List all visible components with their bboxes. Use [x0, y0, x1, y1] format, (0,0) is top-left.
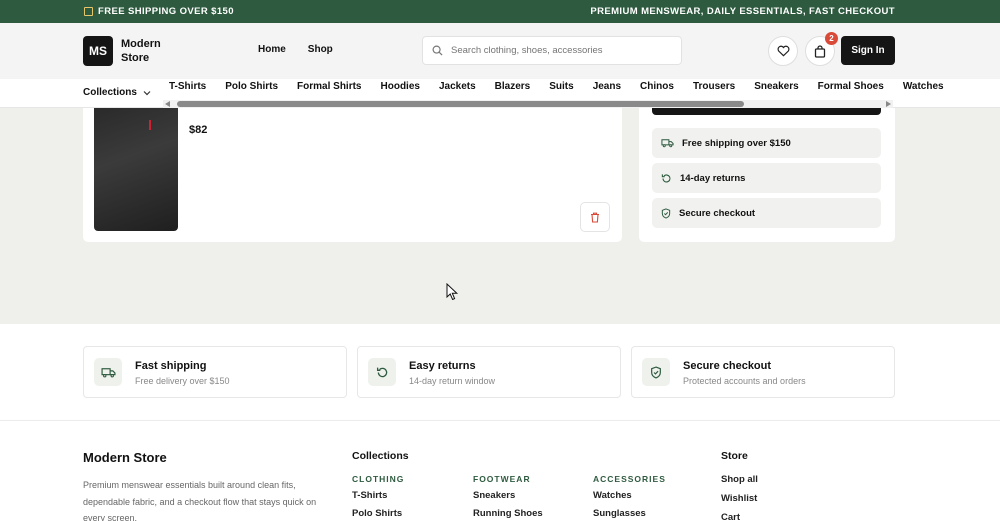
- perk-returns: 14-day returns: [652, 163, 881, 193]
- chevron-down-icon: [143, 90, 151, 95]
- footer-clothing-label: CLOTHING: [352, 474, 405, 484]
- category-link[interactable]: Formal Shirts: [297, 81, 361, 92]
- nav-home[interactable]: Home: [258, 44, 286, 55]
- category-link[interactable]: Jackets: [439, 81, 476, 92]
- site-footer: Modern Store Premium menswear essentials…: [0, 421, 1000, 521]
- footer-accessories-label: ACCESSORIES: [593, 474, 666, 484]
- perk-label: 14-day returns: [680, 172, 746, 184]
- feature-title: Fast shipping: [135, 360, 207, 372]
- feature-subtitle: Free delivery over $150: [135, 376, 230, 386]
- sign-in-button[interactable]: Sign In: [841, 36, 895, 65]
- footer-collections-heading: Collections: [352, 450, 409, 462]
- feature-subtitle: Protected accounts and orders: [683, 376, 806, 386]
- feature-card-secure: Secure checkout Protected accounts and o…: [631, 346, 895, 398]
- footer-footwear-label: FOOTWEAR: [473, 474, 531, 484]
- footer-link[interactable]: Cart: [721, 512, 740, 521]
- collections-label: Collections: [83, 87, 137, 98]
- collections-dropdown[interactable]: Collections: [83, 87, 151, 98]
- item-price: $82: [189, 124, 208, 136]
- shield-icon: [651, 365, 661, 379]
- checkout-button[interactable]: [652, 108, 881, 115]
- scroll-right-arrow-icon[interactable]: [886, 101, 891, 107]
- footer-link[interactable]: Wishlist: [721, 493, 757, 504]
- scroll-left-arrow-icon[interactable]: [165, 101, 170, 107]
- footer-link[interactable]: Polo Shirts: [352, 508, 402, 519]
- cart-main: $82 Free shipping over $150 14-day retur…: [0, 108, 1000, 324]
- category-link[interactable]: Suits: [549, 81, 573, 92]
- scrollbar-thumb[interactable]: [177, 101, 744, 107]
- shopping-bag-icon: [814, 44, 826, 58]
- footer-link[interactable]: Watches: [593, 490, 632, 501]
- feature-card-shipping: Fast shipping Free delivery over $150: [83, 346, 347, 398]
- refresh-icon: [376, 367, 387, 377]
- refresh-icon: [661, 173, 671, 182]
- perk-shipping: Free shipping over $150: [652, 128, 881, 158]
- product-image[interactable]: [94, 108, 178, 231]
- category-link[interactable]: Blazers: [495, 81, 531, 92]
- mouse-cursor-icon: [446, 283, 459, 301]
- category-link[interactable]: Trousers: [693, 81, 735, 92]
- feature-card-returns: Easy returns 14-day return window: [357, 346, 621, 398]
- logo-name[interactable]: Modern Store: [121, 37, 181, 65]
- search-input[interactable]: [451, 45, 651, 56]
- feature-subtitle: 14-day return window: [409, 376, 496, 386]
- category-link[interactable]: T-Shirts: [169, 81, 206, 92]
- trash-icon: [591, 212, 599, 223]
- features-section: Fast shipping Free delivery over $150 Ea…: [0, 324, 1000, 421]
- heart-icon: [777, 45, 789, 57]
- category-link[interactable]: Watches: [903, 81, 944, 92]
- category-link[interactable]: Formal Shoes: [818, 81, 884, 92]
- logo-mark[interactable]: MS: [83, 36, 113, 66]
- category-link[interactable]: Hoodies: [381, 81, 420, 92]
- feature-title: Easy returns: [409, 360, 476, 372]
- promo-shipping-text: FREE SHIPPING OVER $150: [98, 6, 234, 17]
- category-bar: Collections T-Shirts Polo Shirts Formal …: [0, 79, 1000, 108]
- truck-icon: [661, 139, 674, 148]
- footer-link[interactable]: T-Shirts: [352, 490, 387, 501]
- perk-label: Secure checkout: [679, 207, 756, 219]
- order-summary: Free shipping over $150 14-day returns S…: [639, 108, 895, 242]
- main-nav: Home Shop: [258, 44, 333, 55]
- cart-count-badge: 2: [825, 32, 838, 45]
- feature-title: Secure checkout: [683, 360, 772, 372]
- footer-link[interactable]: Sunglasses: [593, 508, 646, 519]
- perk-secure: Secure checkout: [652, 198, 881, 228]
- cart-button[interactable]: 2: [805, 32, 838, 66]
- remove-item-button[interactable]: [580, 202, 610, 232]
- promo-bar: FREE SHIPPING OVER $150 PREMIUM MENSWEAR…: [0, 0, 1000, 23]
- category-link[interactable]: Chinos: [640, 81, 674, 92]
- footer-link[interactable]: Shop all: [721, 474, 758, 485]
- site-header: MS Modern Store Home Shop 2 Sign In: [0, 23, 1000, 79]
- cart-item-card: $82: [83, 108, 622, 242]
- search-icon: [432, 45, 443, 56]
- footer-brand: Modern Store: [83, 450, 167, 465]
- search-bar[interactable]: [422, 36, 682, 65]
- category-link[interactable]: Polo Shirts: [225, 81, 278, 92]
- perk-label: Free shipping over $150: [682, 137, 791, 149]
- category-link[interactable]: Jeans: [593, 81, 621, 92]
- footer-link[interactable]: Sneakers: [473, 490, 515, 501]
- shield-icon: [661, 207, 671, 219]
- truck-icon: [100, 367, 116, 377]
- nav-shop[interactable]: Shop: [308, 44, 333, 55]
- category-links: T-Shirts Polo Shirts Formal Shirts Hoodi…: [169, 81, 944, 92]
- footer-store-heading: Store: [721, 450, 748, 462]
- category-link[interactable]: Sneakers: [754, 81, 798, 92]
- footer-description: Premium menswear essentials built around…: [83, 480, 317, 521]
- footer-link[interactable]: Running Shoes: [473, 508, 543, 519]
- promo-tagline: PREMIUM MENSWEAR, DAILY ESSENTIALS, FAST…: [590, 6, 895, 17]
- category-scrollbar[interactable]: [163, 100, 893, 108]
- package-icon: [84, 7, 93, 16]
- wishlist-button[interactable]: [768, 36, 798, 66]
